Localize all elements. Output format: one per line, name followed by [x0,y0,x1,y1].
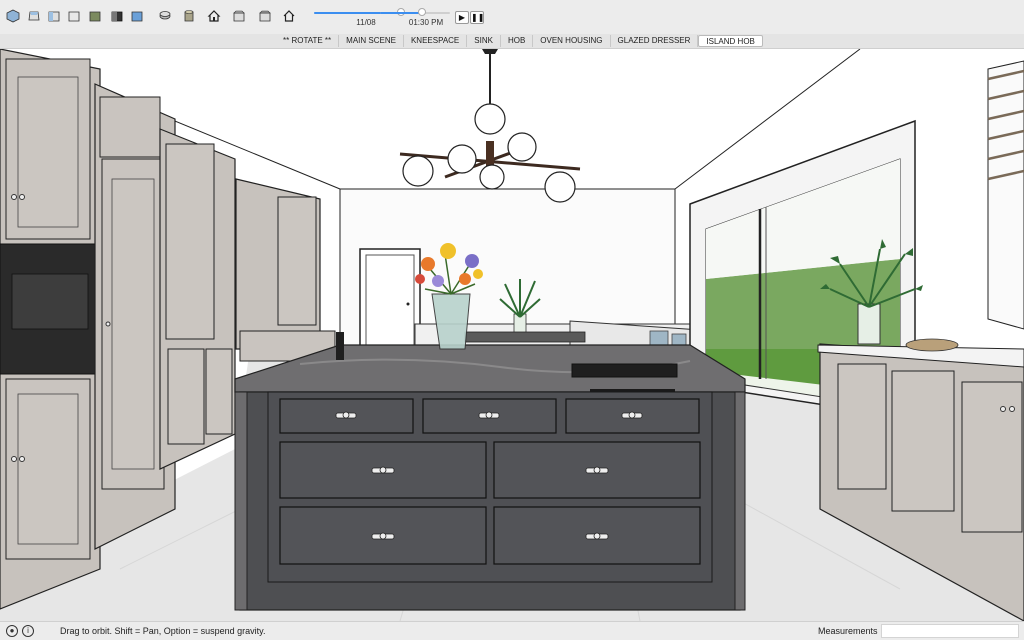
tab-hob[interactable]: HOB [501,35,534,47]
status-hint: Drag to orbit. Shift = Pan, Option = sus… [60,626,266,636]
left-tall-cabinets [0,49,101,610]
kitchen-island [234,391,746,611]
home-icon[interactable] [282,9,296,23]
measurements-input[interactable] [881,624,1019,638]
time-label: 01:30 PM [408,18,444,27]
monochrome-icon[interactable] [232,9,246,23]
front-view-icon[interactable] [47,9,61,23]
tab-glazed-dresser[interactable]: GLAZED DRESSER [611,35,699,47]
time-slider[interactable] [380,8,450,16]
wooden-bowl [905,338,959,352]
geo-location-icon[interactable]: ● [6,625,18,637]
xray-icon[interactable] [130,9,144,23]
textured-icon[interactable] [207,9,221,23]
left-dresser [159,128,236,470]
wireframe-icon[interactable] [158,9,172,23]
date-label: 11/08 [356,18,376,27]
tab-kneespace[interactable]: KNEESPACE [404,35,468,47]
info-icon[interactable]: i [22,625,34,637]
toolbar: 11/08 01:30 PM ▶ ❚❚ [0,0,1024,34]
play-button[interactable]: ▶ [455,11,469,24]
tab-main-scene[interactable]: MAIN SCENE [339,35,404,47]
glazed-dresser [235,178,336,362]
kitchen-scene [0,49,1024,621]
model-viewport[interactable] [0,49,1024,621]
back-door [359,248,421,350]
induction-hob [571,363,678,378]
window-blind [987,60,1024,330]
time-slider-thumb[interactable] [418,8,426,16]
right-view-icon[interactable] [67,9,81,23]
top-view-icon[interactable] [27,9,41,23]
tab-sink[interactable]: SINK [467,35,501,47]
iso-view-icon[interactable] [6,9,20,23]
tab-oven-housing[interactable]: OVEN HOUSING [533,35,611,47]
tap [336,332,344,360]
status-bar: ● i Drag to orbit. Shift = Pan, Option =… [0,621,1024,640]
back-view-icon[interactable] [88,9,102,23]
tab-rotate[interactable]: ** ROTATE ** [276,35,340,47]
tab-island-hob[interactable]: ISLAND HOB [698,35,763,47]
shaded-icon[interactable] [182,9,196,23]
scene-tabs: ** ROTATE ** MAIN SCENE KNEESPACE SINK H… [276,35,763,48]
left-view-icon[interactable] [110,9,124,23]
sketchup-window: 11/08 01:30 PM ▶ ❚❚ ** ROTATE ** MAIN SC… [0,0,1024,640]
scene-tabs-bar: ** ROTATE ** MAIN SCENE KNEESPACE SINK H… [0,34,1024,49]
previous-scene-icon[interactable] [258,9,272,23]
measurements-label: Measurements [818,626,878,636]
pause-button[interactable]: ❚❚ [470,11,484,24]
